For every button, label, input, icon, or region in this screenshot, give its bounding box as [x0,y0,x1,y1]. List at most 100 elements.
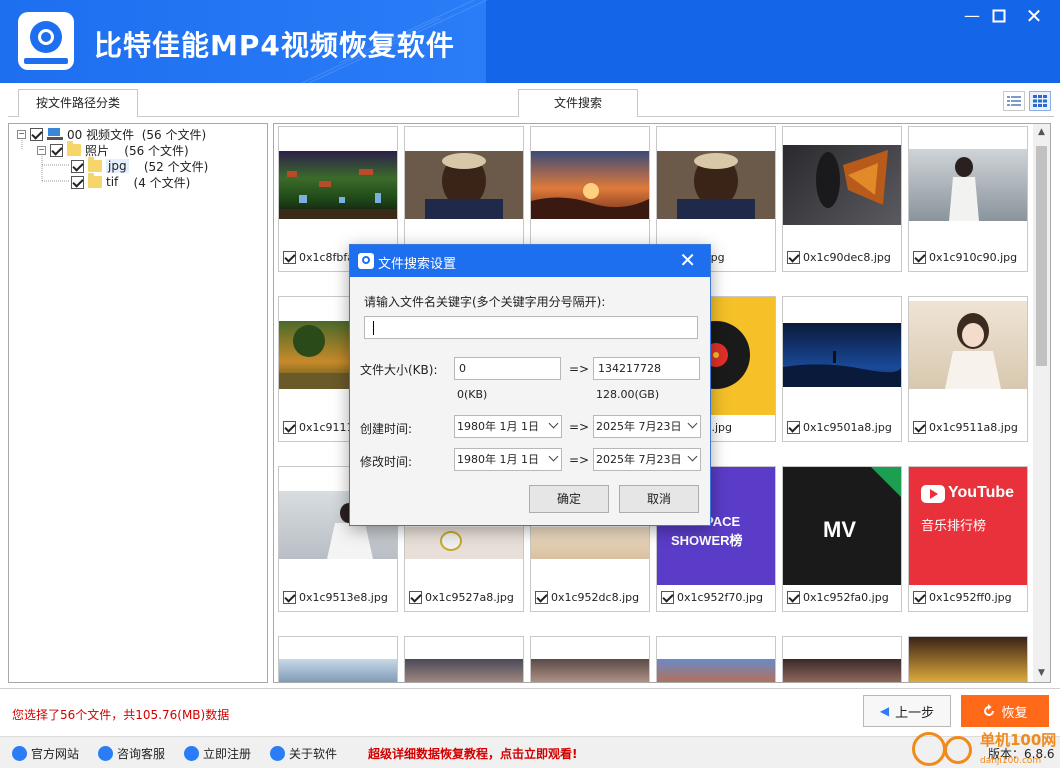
created-from-picker[interactable]: 1980年 1月 1日 [454,415,562,438]
keyword-input[interactable] [364,316,698,339]
divider [0,688,1060,689]
size-max-hint: 128.00(GB) [596,388,660,401]
grid-view-icon[interactable] [1029,91,1051,111]
file-tile[interactable] [404,636,524,682]
previous-step-button[interactable]: ◀ 上一步 [863,695,951,727]
file-tile[interactable]: 0x1c9511a8.jpg [908,296,1028,442]
thumb-text: 音乐排行榜 [921,518,987,533]
tree-item-photos[interactable]: − 照片 (56 个文件) [37,141,189,158]
tile-checkbox[interactable] [787,421,800,434]
chevron-down-icon [548,418,559,429]
collapse-icon[interactable]: − [17,129,26,139]
tree-item-jpg[interactable]: jpg (52 个文件) [71,157,208,174]
size-min-input[interactable]: 0 [454,357,561,380]
file-tile[interactable] [908,636,1028,682]
tree-item-videos[interactable]: − 00 视频文件 (56 个文件) [17,126,206,142]
arrow-left-icon: ◀ [879,704,890,718]
file-tile[interactable] [278,636,398,682]
arrow-label: => [569,420,590,434]
register-link[interactable]: 立即注册 [184,745,251,762]
scroll-down-icon[interactable]: ▼ [1033,665,1050,682]
about-link[interactable]: 关于软件 [270,745,337,762]
file-tile[interactable]: 0x1c90dec8.jpg [782,126,902,272]
folder-icon [88,157,102,172]
thumbnail-image [531,527,649,559]
maximize-icon[interactable] [985,6,1013,26]
tree-label: jpg [106,159,129,173]
dialog-close-icon[interactable]: ✕ [679,249,696,271]
tree-checkbox[interactable] [50,143,63,157]
tile-caption: 0x1c9111 [283,421,354,434]
file-tile[interactable] [782,636,902,682]
dialog-title: 文件搜索设置 [378,257,457,272]
minimize-icon[interactable]: — [958,6,986,26]
size-min-hint: 0(KB) [457,388,488,401]
tile-caption: 0x1c952ff0.jpg [913,591,1012,604]
vertical-scrollbar[interactable]: ▲ ▼ [1033,124,1050,682]
close-icon[interactable]: ✕ [1020,6,1048,26]
ok-button[interactable]: 确定 [529,485,609,513]
tile-caption: 0x1c952fa0.jpg [787,591,889,604]
thumbnail-image [531,151,649,219]
tree-count: (4 个文件) [133,175,191,190]
thumbnail-image [909,637,1027,682]
modified-to-picker[interactable]: 2025年 7月23日 [593,448,701,471]
file-name: 0x1c9501a8.jpg [803,421,892,434]
tile-checkbox[interactable] [787,251,800,264]
tile-checkbox[interactable] [913,421,926,434]
tile-caption: 0x1c910c90.jpg [913,251,1017,264]
thumbnail-image [405,151,523,219]
cancel-button[interactable]: 取消 [619,485,699,513]
tree-checkbox[interactable] [71,175,84,189]
tile-checkbox[interactable] [913,591,926,604]
tab-path-category[interactable]: 按文件路径分类 [18,89,138,117]
tile-checkbox[interactable] [283,251,296,264]
file-name: 0x1c9513e8.jpg [299,591,388,604]
tile-checkbox[interactable] [661,591,674,604]
tree-checkbox[interactable] [71,159,84,173]
thumbnail-image: MV [783,467,901,585]
file-tile[interactable]: MV 0x1c952fa0.jpg [782,466,902,612]
created-to-picker[interactable]: 2025年 7月23日 [593,415,701,438]
support-link[interactable]: 咨询客服 [98,745,165,762]
size-max-input[interactable]: 134217728 [593,357,700,380]
list-view-icon[interactable] [1003,91,1025,111]
tutorial-promo-link[interactable]: 超级详细数据恢复教程，点击立即观看! [368,745,577,762]
file-search-dialog: 文件搜索设置 ✕ 请输入文件名关键字(多个关键字用分号隔开): 文件大小(KB)… [349,244,711,526]
tile-checkbox[interactable] [409,591,422,604]
scrollbar-thumb[interactable] [1036,146,1047,366]
tree-item-tif[interactable]: tif (4 个文件) [71,173,191,190]
tile-checkbox[interactable] [535,591,548,604]
file-tile[interactable]: YouTube 音乐排行榜 0x1c952ff0.jpg [908,466,1028,612]
selection-status: 您选择了56个文件，共105.76(MB)数据 [12,708,230,722]
tree-label: 照片 [85,143,110,158]
tile-checkbox[interactable] [787,591,800,604]
user-icon [184,746,199,761]
file-tile[interactable] [530,636,650,682]
tile-checkbox[interactable] [913,251,926,264]
recover-button[interactable]: 恢复 [961,695,1049,727]
thumbnail-image [657,659,775,682]
computer-icon [47,128,63,140]
tile-checkbox[interactable] [283,421,296,434]
file-name: 0x1c952fa0.jpg [803,591,889,604]
file-tile[interactable]: 0x1c9501a8.jpg [782,296,902,442]
tree-label: tif [106,175,119,189]
tile-checkbox[interactable] [283,591,296,604]
tab-file-search[interactable]: 文件搜索 [518,89,638,117]
official-site-link[interactable]: 官方网站 [12,745,79,762]
collapse-icon[interactable]: − [37,145,46,155]
footer-bar: 官方网站 咨询客服 立即注册 关于软件 超级详细数据恢复教程，点击立即观看! 版… [0,736,1060,768]
thumb-text: YouTube [948,484,1015,501]
file-tile[interactable]: 0x1c910c90.jpg [908,126,1028,272]
scroll-up-icon[interactable]: ▲ [1033,124,1050,141]
tile-caption: 0x1c90dec8.jpg [787,251,891,264]
modified-from-picker[interactable]: 1980年 1月 1日 [454,448,562,471]
file-name: 0x1c952f70.jpg [677,591,763,604]
refresh-icon [984,704,995,716]
tree-checkbox[interactable] [30,127,43,141]
tile-caption: 0x1c952f70.jpg [661,591,763,604]
title-bar: 比特佳能MP4视频恢复软件 — ✕ [0,0,1060,83]
file-tile[interactable] [656,636,776,682]
watermark-logo [912,730,978,768]
